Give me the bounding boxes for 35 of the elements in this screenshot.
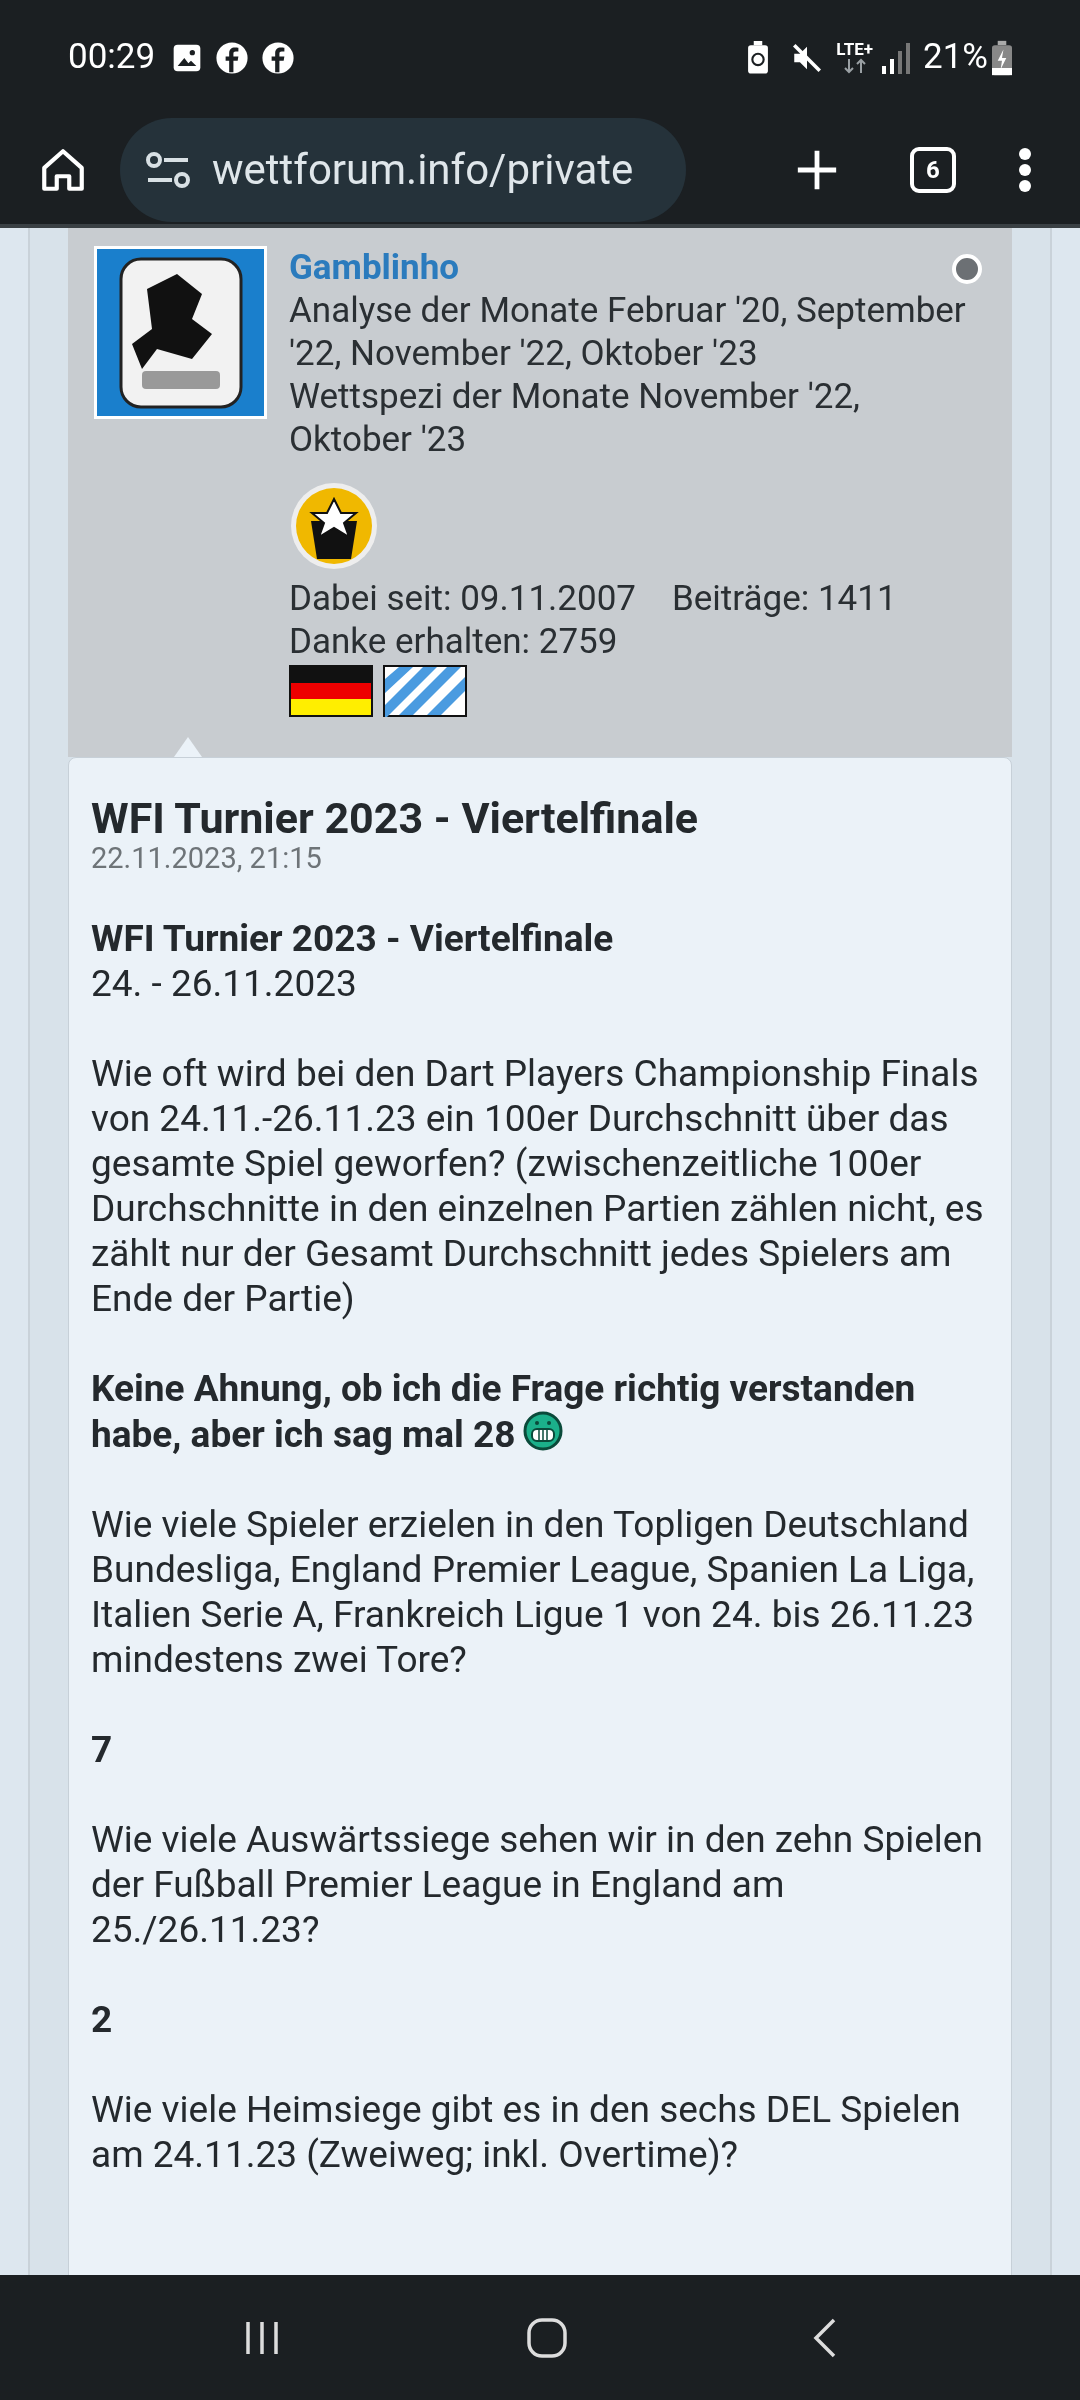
post-title: WFI Turnier 2023 - Viertelfinale (91, 794, 699, 842)
signal-icon (881, 41, 911, 74)
back-icon[interactable] (812, 2316, 838, 2359)
question-text: Wie oft wird bei den Dart Players Championship Finals von 24.11.-26.11.23 ein 100er Durchschnitt über das gesamte Spiel geworfen? (zwischenzeitliche 100er Durchschnitte in den einzelnen Partien zählen nicht, es zählt nur der Gesamt Durchschnitt jedes Spielers am Ende der Partie) (91, 1051, 985, 1321)
post-subheading: 24. - 26.11.2023 (91, 961, 358, 1006)
address-bar[interactable]: wettforum.info/private (120, 117, 686, 222)
star-rank-badge-icon (289, 481, 379, 571)
site-settings-icon[interactable] (144, 149, 192, 190)
battery-percent: 21% (923, 35, 988, 80)
tab-count[interactable]: 6 (910, 146, 956, 193)
home-button-icon[interactable] (526, 2316, 568, 2359)
f-logo-icon (215, 40, 250, 75)
data-arrows-icon (841, 58, 868, 74)
post-count: Beiträge: 1411 (672, 577, 897, 620)
user-title: Analyse der Monate Februar '20, September '22, November '22, Oktober '23 (289, 289, 967, 375)
question-text: Wie viele Spieler erzielen in den Topligen Deutschland Bundesliga, England Premier League, Spanien La Liga, Italien Serie A, Frankreich Ligue 1 von 24. bis 26.11.23 mindestens zwei Tore? (91, 1502, 976, 1682)
question-text: Wie viele Auswärtssiege sehen wir in den zehn Spielen der Fußball Premier League in England am 25./26.11.23? (91, 1817, 984, 1952)
battery-saver-icon (746, 40, 771, 75)
f-logo-icon (261, 40, 296, 75)
answer-text: 7 (91, 1728, 113, 1771)
answer-text: Keine Ahnung, ob ich die Frage richtig verstanden habe, aber ich sag mal 28 (91, 1367, 916, 1456)
post-heading: WFI Turnier 2023 - Viertelfinale (91, 916, 615, 961)
user-title: Wettspezi der Monate November '22, Oktober '23 (289, 375, 861, 461)
thanks-count: Danke erhalten: 2759 (289, 620, 619, 663)
flag-icon (383, 665, 467, 717)
answer-text: 2 (91, 1998, 113, 2041)
menu-icon[interactable] (1018, 146, 1032, 193)
network-type: LTE+ (836, 41, 873, 58)
join-date: Dabei seit: 09.11.2007 (289, 577, 636, 620)
post-date: 22.11.2023, 21:15 (91, 842, 323, 874)
url-text: wettforum.info/private (212, 144, 634, 196)
clock: 00:29 (68, 35, 156, 80)
question-text: Wie viele Heimsiege gibt es in den sechs DEL Spielen am 24.11.23 (Zweiweg; inkl. Overtime)? (91, 2087, 962, 2177)
battery-charging-icon (992, 39, 1012, 76)
flag-icon (289, 665, 373, 717)
